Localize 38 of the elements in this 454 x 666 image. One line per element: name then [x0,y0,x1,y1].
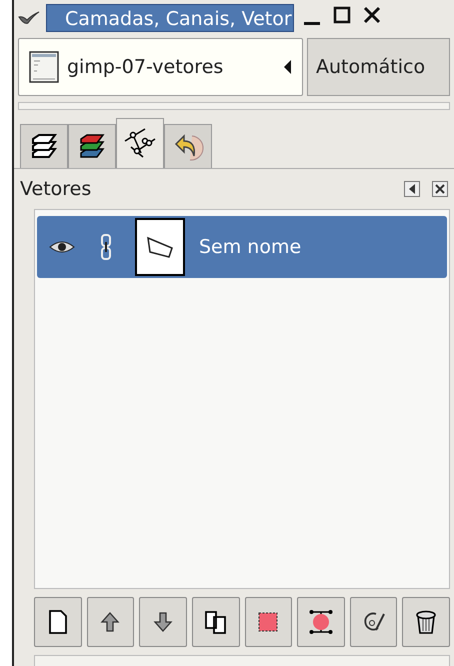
minimize-icon [304,22,320,24]
image-thumbnail-icon [29,51,59,83]
from-selection-button[interactable] [297,597,345,647]
left-arrow-icon [408,184,416,194]
close-icon [435,184,445,194]
new-button[interactable] [34,597,82,647]
path-row[interactable]: Sem nome [37,216,447,278]
lower-button[interactable] [139,597,187,647]
checkmark-icon [18,11,40,25]
path-circle-icon [308,608,333,636]
duplicate-button[interactable] [192,597,240,647]
raise-button[interactable] [86,597,134,647]
trash-icon [414,608,438,636]
path-thumbnail [135,218,185,276]
dock-tab[interactable] [116,118,164,168]
dock-tab[interactable] [20,124,68,168]
maximize-icon [333,5,351,25]
to-selection-button[interactable] [244,597,292,647]
tab-menu-button[interactable] [404,181,420,197]
undo-icon [172,132,204,162]
eye-icon[interactable] [49,240,75,254]
left-arrow-icon[interactable] [284,60,292,74]
panel-title: Vetores [20,178,92,200]
dock-tab[interactable] [68,124,116,168]
paint-button[interactable] [350,597,398,647]
image-name: gimp-07-vetores [67,56,224,78]
dock-tab[interactable] [164,124,212,168]
layers-icon [29,132,59,160]
duplicate-icon [204,608,228,636]
close-icon [363,5,381,25]
close-tab-button[interactable] [432,181,448,197]
chain-icon[interactable] [101,234,111,260]
window-title: Camadas, Canais, Vetor [46,4,294,32]
path-name: Sem nome [199,236,302,258]
delete-button[interactable] [402,597,450,647]
image-selector[interactable]: gimp-07-vetores [18,38,303,96]
paths-icon [123,126,157,160]
auto-mode-button[interactable]: Automático [307,38,450,96]
